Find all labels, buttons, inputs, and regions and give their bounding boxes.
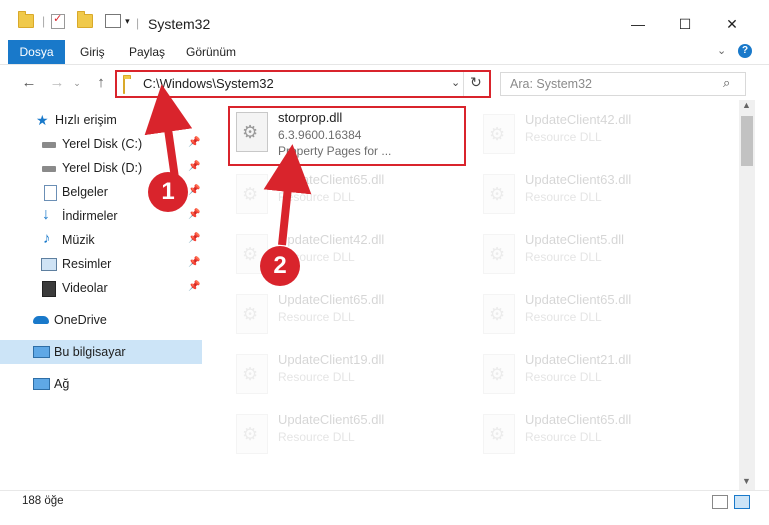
arrow-to-file xyxy=(263,144,312,246)
step-1-badge: 1 xyxy=(148,172,188,212)
arrow-to-address xyxy=(144,84,193,179)
annotation-arrows xyxy=(144,84,312,246)
step-2-badge: 2 xyxy=(260,246,300,286)
